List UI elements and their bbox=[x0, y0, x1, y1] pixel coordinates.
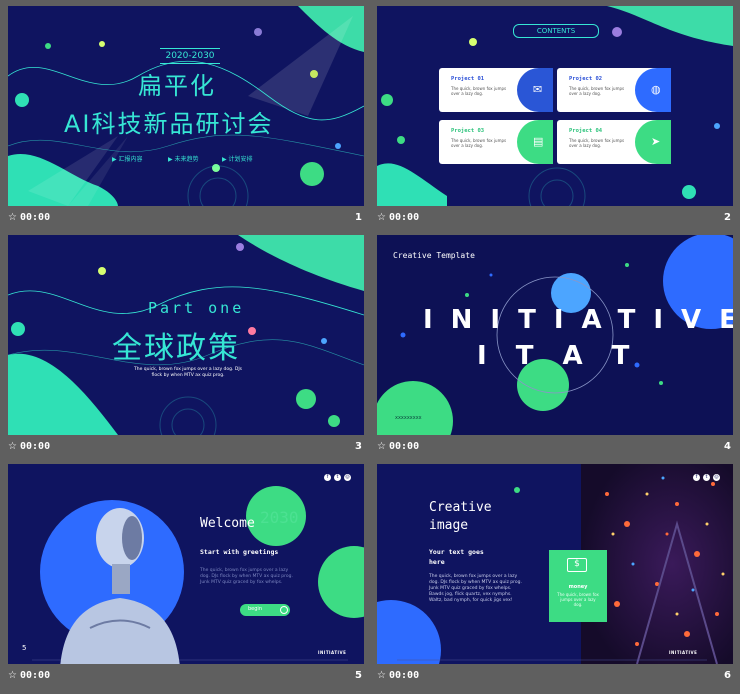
slide-2-footer: ☆ 00:00 2 bbox=[377, 210, 733, 230]
card-text: The quick, brown fox jumps over a lazy d… bbox=[569, 86, 625, 96]
project-card-3[interactable]: Project 03 The quick, brown fox jumps ov… bbox=[439, 120, 553, 164]
slide-time: 00:00 bbox=[20, 212, 51, 223]
menu-item-2: ▶ 未来趋势 bbox=[168, 156, 199, 163]
slide-number: 6 bbox=[724, 670, 731, 681]
side-number: 5 bbox=[22, 644, 27, 652]
slide-number: 4 bbox=[724, 441, 731, 452]
begin-button-label: begin bbox=[248, 606, 262, 612]
star-icon[interactable]: ☆ bbox=[377, 212, 386, 223]
slide-time: 00:00 bbox=[20, 441, 51, 452]
clipboard-icon: ▤ bbox=[517, 120, 553, 164]
creative-template-label: Creative Template bbox=[393, 251, 475, 260]
star-icon[interactable]: ☆ bbox=[8, 670, 17, 681]
star-icon[interactable]: ☆ bbox=[377, 670, 386, 681]
slide-time: 00:00 bbox=[389, 441, 420, 452]
facebook-icon[interactable]: f bbox=[693, 474, 700, 481]
slide-6-footer: ☆ 00:00 6 bbox=[377, 668, 733, 688]
slide-thumb-3[interactable]: Part one 全球政策 The quick, brown fox jumps… bbox=[8, 235, 364, 465]
slide-3-body: The quick, brown fox jumps over a lazy d… bbox=[133, 367, 242, 378]
card-text: The quick, brown fox jumps over a lazy d… bbox=[451, 86, 507, 96]
slide-thumb-6[interactable]: f t ◎ Creative image Your text goes here… bbox=[377, 464, 733, 694]
slide-4-footer: ☆ 00:00 4 bbox=[377, 439, 733, 459]
slide-time: 00:00 bbox=[389, 212, 420, 223]
menu-item-1: ▶ 汇报内容 bbox=[112, 156, 143, 163]
project-card-4[interactable]: Project 04 The quick, brown fox jumps ov… bbox=[557, 120, 671, 164]
robot-image bbox=[60, 508, 180, 664]
star-icon[interactable]: ☆ bbox=[377, 441, 386, 452]
project-card-1[interactable]: Project 01 The quick, brown fox jumps ov… bbox=[439, 68, 553, 112]
instagram-icon[interactable]: ◎ bbox=[713, 474, 720, 481]
ghost-number: 2030 bbox=[260, 508, 299, 527]
card-text: The quick, brown fox jumps over a lazy d… bbox=[569, 138, 625, 148]
slide-1-title-line1: 扁平化 bbox=[138, 72, 216, 100]
send-icon: ➤ bbox=[635, 120, 671, 164]
slide-3-canvas: Part one 全球政策 The quick, brown fox jumps… bbox=[8, 235, 364, 435]
year-badge: 2020-2030 bbox=[160, 48, 220, 64]
slide-4-footer-text: xxxxxxxxx bbox=[395, 415, 422, 421]
creative-sub-line1: Your text goes bbox=[429, 548, 484, 556]
facebook-icon[interactable]: f bbox=[324, 474, 331, 481]
slide-thumb-1[interactable]: 2020-2030 扁平化 AI科技新品研讨会 ▶ 汇报内容 ▶ 未来趋势 ▶ … bbox=[8, 6, 364, 236]
slide-number: 5 bbox=[355, 670, 362, 681]
social-icons: f t ◎ bbox=[324, 474, 354, 482]
money-card[interactable]: $ money The quick, brown fox jumps over … bbox=[549, 550, 607, 622]
twitter-icon[interactable]: t bbox=[703, 474, 710, 481]
money-card-text: The quick, brown fox jumps over a lazy d… bbox=[557, 592, 599, 607]
globe-icon: ◍ bbox=[635, 68, 671, 112]
slide-6-canvas: f t ◎ Creative image Your text goes here… bbox=[377, 464, 733, 664]
slide-1-footer: ☆ 00:00 1 bbox=[8, 210, 364, 230]
money-card-label: money bbox=[568, 584, 588, 590]
welcome-sub: Start with greetings bbox=[200, 548, 279, 556]
initiative-word: INITIATIVE bbox=[423, 305, 733, 335]
slide-time: 00:00 bbox=[389, 670, 420, 681]
slide-4-canvas: Creative Template INITIATIVE I T A T xxx… bbox=[377, 235, 733, 435]
slide-1-canvas: 2020-2030 扁平化 AI科技新品研讨会 ▶ 汇报内容 ▶ 未来趋势 ▶ … bbox=[8, 6, 364, 206]
slide-time: 00:00 bbox=[20, 670, 51, 681]
begin-button[interactable]: begin bbox=[240, 604, 290, 616]
mail-icon: ✉ bbox=[517, 68, 553, 112]
part-label: Part one bbox=[148, 299, 245, 317]
slide-3-title: 全球政策 bbox=[112, 331, 240, 366]
slide-1-title-line2: AI科技新品研讨会 bbox=[64, 110, 274, 138]
card-text: The quick, brown fox jumps over a lazy d… bbox=[451, 138, 507, 148]
project-card-2[interactable]: Project 02 The quick, brown fox jumps ov… bbox=[557, 68, 671, 112]
slide-number: 2 bbox=[724, 212, 731, 223]
creative-body: The quick, brown fox jumps over a lazy d… bbox=[429, 574, 522, 603]
money-icon: $ bbox=[567, 558, 587, 572]
initiative-letters-low: I T A T bbox=[477, 341, 640, 371]
slide-number: 1 bbox=[355, 212, 362, 223]
welcome-title: Welcome bbox=[200, 516, 255, 531]
slide-thumb-2[interactable]: CONTENTS Project 01 The quick, brown fox… bbox=[377, 6, 733, 236]
creative-title-line1: Creative bbox=[429, 500, 492, 515]
welcome-body: The quick, brown fox jumps over a lazy d… bbox=[200, 568, 293, 585]
slide-1-menu: ▶ 汇报内容 ▶ 未来趋势 ▶ 计划安排 bbox=[112, 154, 292, 164]
slide-5-footer: ☆ 00:00 5 bbox=[8, 668, 364, 688]
brand-label: INITIATIVE bbox=[669, 650, 698, 655]
menu-item-3: ▶ 计划安排 bbox=[222, 156, 253, 163]
card-title: Project 02 bbox=[569, 76, 603, 82]
slide-thumb-4[interactable]: Creative Template INITIATIVE I T A T xxx… bbox=[377, 235, 733, 465]
social-icons: f t ◎ bbox=[693, 474, 723, 482]
slide-number: 3 bbox=[355, 441, 362, 452]
slide-3-footer: ☆ 00:00 3 bbox=[8, 439, 364, 459]
slide-4-decor bbox=[377, 235, 733, 435]
star-icon[interactable]: ☆ bbox=[8, 212, 17, 223]
slide-5-canvas: f t ◎ 2030 Welcome Start with greetings … bbox=[8, 464, 364, 664]
card-title: Project 04 bbox=[569, 128, 603, 134]
slide-2-canvas: CONTENTS Project 01 The quick, brown fox… bbox=[377, 6, 733, 206]
twitter-icon[interactable]: t bbox=[334, 474, 341, 481]
brand-label: INITIATIVE bbox=[318, 650, 347, 655]
arrow-right-icon bbox=[280, 606, 288, 614]
star-icon[interactable]: ☆ bbox=[8, 441, 17, 452]
creative-title-line2: image bbox=[429, 518, 469, 533]
card-title: Project 03 bbox=[451, 128, 485, 134]
instagram-icon[interactable]: ◎ bbox=[344, 474, 351, 481]
creative-sub-line2: here bbox=[429, 558, 445, 566]
card-title: Project 01 bbox=[451, 76, 485, 82]
contents-heading: CONTENTS bbox=[513, 24, 599, 38]
slide-thumb-5[interactable]: f t ◎ 2030 Welcome Start with greetings … bbox=[8, 464, 364, 694]
